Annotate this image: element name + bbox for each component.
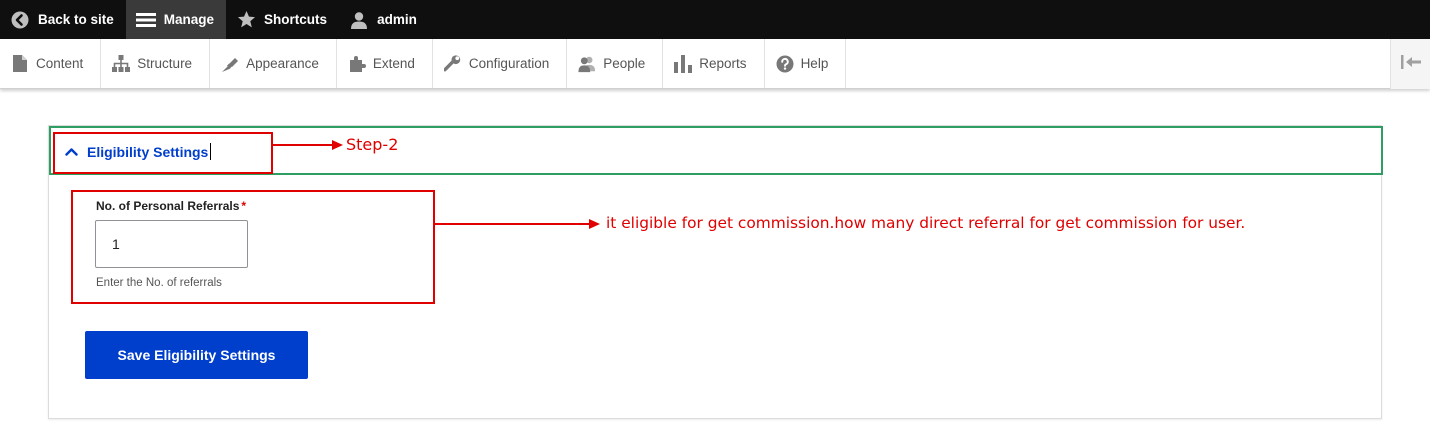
menu-item-reports[interactable]: Reports [663, 39, 765, 88]
user-menu[interactable]: admin [339, 0, 429, 39]
document-icon [11, 55, 29, 73]
menu-item-appearance[interactable]: Appearance [210, 39, 337, 88]
help-icon [776, 55, 794, 73]
back-to-site-link[interactable]: Back to site [0, 0, 126, 39]
back-to-site-label: Back to site [38, 12, 114, 27]
annotation-box-summary [53, 132, 273, 174]
manage-tab[interactable]: Manage [125, 0, 227, 39]
annotation-note: it eligible for get commission.how many … [606, 214, 1246, 232]
menu-item-label: Configuration [468, 56, 550, 71]
annotation-arrow-step [273, 140, 343, 150]
menu-item-structure[interactable]: Structure [101, 39, 211, 88]
collapse-icon [1400, 54, 1421, 74]
annotation-step-label: Step-2 [346, 135, 399, 154]
admin-toolbar: Back to site Manage Shortcuts admin [0, 0, 1430, 39]
annotation-arrow-note [435, 219, 600, 229]
menu-item-configuration[interactable]: Configuration [433, 39, 568, 88]
paintbrush-icon [221, 55, 239, 73]
menu-item-label: People [603, 56, 646, 71]
people-icon [578, 55, 596, 73]
hamburger-icon [135, 10, 156, 30]
tray-orientation-toggle[interactable] [1390, 39, 1430, 89]
shortcuts-tab[interactable]: Shortcuts [226, 0, 339, 39]
menu-item-label: Structure [137, 56, 193, 71]
menu-item-label: Reports [699, 56, 747, 71]
star-icon [236, 10, 256, 30]
user-icon [349, 10, 369, 30]
shortcuts-label: Shortcuts [264, 12, 328, 27]
manage-label: Manage [163, 12, 215, 27]
bar-chart-icon [674, 54, 693, 73]
back-arrow-icon [10, 10, 30, 30]
menu-item-content[interactable]: Content [0, 39, 102, 88]
menu-item-people[interactable]: People [567, 39, 664, 88]
menu-item-extend[interactable]: Extend [337, 39, 433, 88]
sitemap-icon [112, 55, 131, 73]
user-name: admin [377, 12, 417, 27]
save-eligibility-settings-button[interactable]: Save Eligibility Settings [85, 331, 308, 379]
menu-item-label: Help [800, 56, 829, 71]
admin-menu-tray: Content Structure Appearance Extend Conf… [0, 39, 1430, 89]
annotation-box-field [71, 190, 435, 304]
menu-item-label: Content [36, 56, 84, 71]
puzzle-icon [348, 55, 366, 73]
menu-item-help[interactable]: Help [765, 39, 847, 88]
menu-item-label: Extend [372, 56, 415, 71]
wrench-icon [443, 55, 462, 73]
menu-item-label: Appearance [246, 56, 319, 71]
